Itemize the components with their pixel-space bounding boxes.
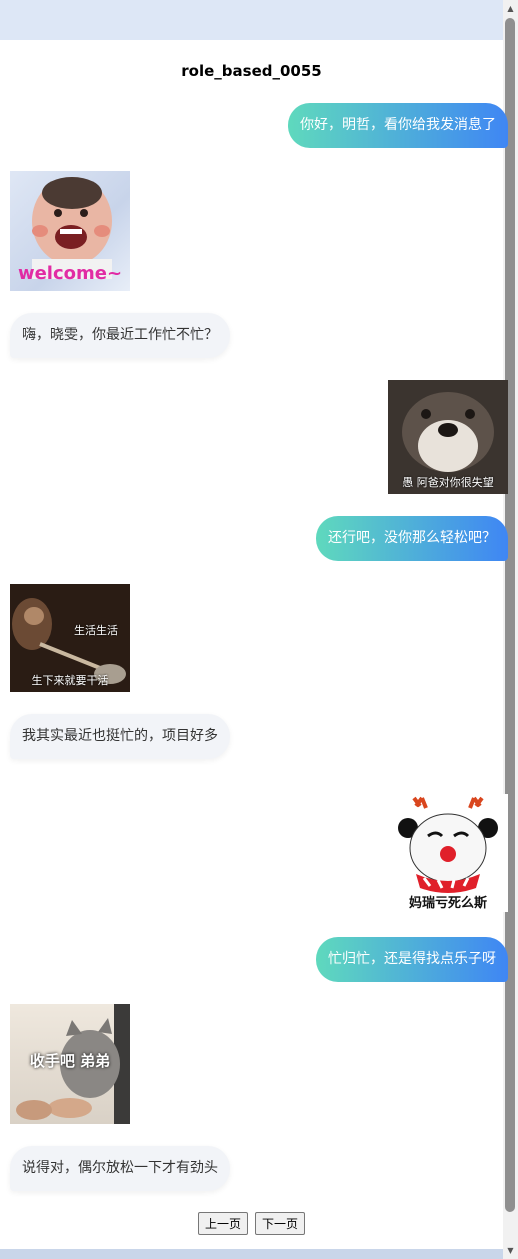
pagination: 上一页 下一页 — [0, 1212, 503, 1235]
footer-band — [0, 1249, 503, 1259]
scrollbar-thumb[interactable] — [505, 18, 515, 1212]
sticker-caption: 愚 阿爸对你很失望 — [402, 476, 494, 489]
sticker-caption-bottom: 生下来就要干活 — [31, 674, 109, 687]
sticker-caption-top: 生活生活 — [74, 624, 118, 637]
page-title: role_based_0055 — [181, 62, 322, 80]
message-bubble-received: 说得对，偶尔放松一下才有劲头 — [10, 1146, 230, 1191]
next-page-button[interactable]: 下一页 — [255, 1212, 306, 1235]
sticker-caption: welcome~ — [17, 263, 123, 284]
message-bubble-sent: 忙归忙，还是得找点乐子呀 — [316, 937, 508, 982]
sticker-caption: 妈瑞亏死么斯 — [408, 896, 487, 911]
sticker-cat: 收手吧 弟弟 — [10, 1004, 130, 1124]
sticker-welcome: welcome~ — [10, 171, 130, 291]
message-bubble-sent: 还行吧，没你那么轻松吧？ — [316, 516, 508, 561]
scroll-up-icon[interactable]: ▲ — [504, 2, 517, 15]
message-bubble-received: 嗨，晓雯，你最近工作忙不忙？ — [10, 313, 230, 358]
sticker-dog: 愚 阿爸对你很失望 — [388, 380, 508, 494]
prev-page-button[interactable]: 上一页 — [197, 1212, 248, 1235]
sticker-monkey: 生活生活 生下来就要干活 — [10, 584, 130, 692]
message-bubble-received: 我其实最近也挺忙的，项目好多 — [10, 714, 230, 759]
sticker-caption: 收手吧 弟弟 — [29, 1052, 111, 1070]
header-band — [0, 0, 503, 40]
scroll-down-icon[interactable]: ▼ — [504, 1244, 517, 1257]
sticker-panda: 妈瑞亏死么斯 — [388, 794, 508, 912]
message-bubble-sent: 你好，明哲，看你给我发消息了 — [288, 103, 508, 148]
